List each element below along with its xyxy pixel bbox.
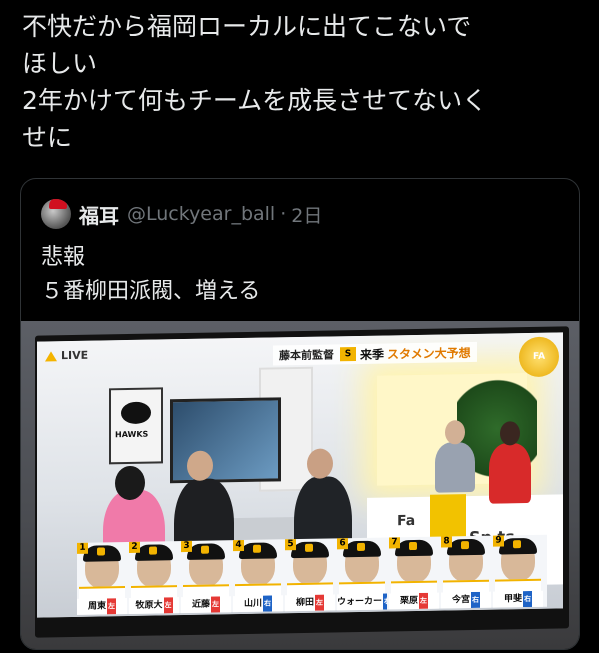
cap-logo-icon xyxy=(513,540,521,549)
batting-order: 1 xyxy=(77,542,88,554)
post-text-line: せに xyxy=(22,123,73,152)
quote-text-line: ５番柳田派閥、増える xyxy=(41,279,261,304)
player-name-row: 山川右 xyxy=(233,595,283,613)
quote-tweet-card[interactable]: 福耳 @Luckyear_ball · 2日 悲報 ５番柳田派閥、増える HAW… xyxy=(20,178,580,650)
hawks-s-icon: S xyxy=(340,347,356,362)
quote-handle[interactable]: @Luckyear_ball xyxy=(127,203,275,225)
post-text-line: ほしい xyxy=(22,49,98,78)
attached-photo[interactable]: HAWKS Fa Sp ts LIVE 藤本前監督 xyxy=(21,321,579,649)
quote-timestamp[interactable]: 2日 xyxy=(291,201,322,228)
player-name-row: ウォーカー右 xyxy=(337,593,387,611)
quote-header: 福耳 @Luckyear_ball · 2日 xyxy=(41,197,322,231)
cap-logo-icon xyxy=(201,545,209,554)
banner-host: 藤本前監督 xyxy=(279,348,334,363)
post-text-line: 不快だから福岡ローカルに出てこないで xyxy=(22,12,472,41)
bat-side-badge: 左 xyxy=(315,594,324,611)
quote-display-name[interactable]: 福耳 xyxy=(79,200,119,229)
poster-text: HAWKS xyxy=(115,429,149,440)
post-text-line: 2年かけて何もチームを成長させてないく xyxy=(22,86,488,115)
batting-order: 5 xyxy=(285,539,296,551)
player-name-row: 近藤左 xyxy=(181,596,231,614)
lineup-player: 6 ウォーカー右 xyxy=(337,537,387,611)
cap-logo-icon xyxy=(305,543,313,552)
announcer-male xyxy=(435,441,475,493)
bat-side-badge: 右 xyxy=(523,590,532,608)
quote-text-line: 悲報 xyxy=(41,245,86,270)
lineup-player: 5 柳田左 xyxy=(285,538,335,612)
bat-side-badge: 左 xyxy=(163,597,173,614)
cap-logo-icon xyxy=(409,541,417,551)
announcer-female xyxy=(489,442,531,504)
player-name-row: 周東左 xyxy=(77,598,127,615)
bat-side-badge: 左 xyxy=(419,592,428,609)
batting-order: 8 xyxy=(441,536,452,548)
cap-logo-icon xyxy=(461,541,469,550)
cap-logo-icon xyxy=(97,547,105,556)
live-label: LIVE xyxy=(61,348,89,363)
banner-title-a: 来季 xyxy=(360,347,385,362)
player-name: 近藤 xyxy=(191,599,210,610)
desk-logo-text-a: Fa xyxy=(397,512,416,530)
lineup-player: 9 甲斐右 xyxy=(493,535,543,608)
batting-order: 6 xyxy=(337,538,348,550)
live-indicator: LIVE xyxy=(45,349,88,363)
lineup-strip: 1 周東左 2 牧原大左 3 近藤左 4 山川右 5 柳田左 6 ウォーカー右 7 栗原左 8 今宮右 9 甲斐右 xyxy=(77,534,547,615)
batting-order: 7 xyxy=(389,537,400,549)
player-name-row: 甲斐右 xyxy=(493,590,543,608)
player-name: 周東 xyxy=(87,601,106,612)
quote-text: 悲報 ５番柳田派閥、増える xyxy=(41,241,260,309)
batting-order: 2 xyxy=(129,541,140,553)
batting-order: 3 xyxy=(181,540,192,553)
hawks-logo-icon xyxy=(121,401,151,425)
bat-side-badge: 右 xyxy=(471,591,480,609)
lineup-player: 2 牧原大左 xyxy=(129,541,179,614)
lineup-player: 8 今宮右 xyxy=(441,536,491,609)
warning-triangle-icon xyxy=(45,350,57,361)
lineup-player: 1 周東左 xyxy=(77,542,127,615)
bat-side-badge: 左 xyxy=(107,598,116,615)
bat-side-badge: 右 xyxy=(383,593,387,610)
bat-side-badge: 左 xyxy=(211,596,220,613)
tv-screen: HAWKS Fa Sp ts LIVE 藤本前監督 xyxy=(37,332,563,618)
avatar[interactable] xyxy=(41,199,71,229)
player-name: ウォーカー xyxy=(337,596,383,608)
santa-hat-icon xyxy=(49,199,67,209)
player-name: 栗原 xyxy=(399,595,418,607)
lineup-player: 3 近藤左 xyxy=(181,540,231,614)
tv-banner: 藤本前監督 S 来季 スタメン大予想 xyxy=(273,341,477,366)
lineup-player: 4 山川右 xyxy=(233,539,283,613)
post-text: 不快だから福岡ローカルに出てこないで ほしい 2年かけて何もチームを成長させてな… xyxy=(22,8,592,156)
hawks-poster: HAWKS xyxy=(109,387,163,465)
player-name-row: 栗原左 xyxy=(389,592,439,610)
cap-logo-icon xyxy=(149,546,157,555)
cap-logo-icon xyxy=(253,544,261,553)
player-name-row: 今宮右 xyxy=(441,591,491,609)
player-name: 山川 xyxy=(243,598,262,609)
player-name-row: 牧原大左 xyxy=(129,597,179,614)
player-name: 牧原大 xyxy=(135,600,163,611)
separator-dot: · xyxy=(280,203,287,225)
cap-logo-icon xyxy=(357,542,365,552)
batting-order: 4 xyxy=(233,539,244,552)
bat-side-badge: 右 xyxy=(263,595,272,612)
player-name: 甲斐 xyxy=(503,594,522,605)
player-name: 今宮 xyxy=(451,595,470,606)
batting-order: 9 xyxy=(493,535,504,547)
banner-title-b: スタメン大予想 xyxy=(387,345,471,361)
lineup-player: 7 栗原左 xyxy=(389,537,439,610)
player-name: 柳田 xyxy=(295,597,314,609)
player-name-row: 柳田左 xyxy=(285,594,335,612)
